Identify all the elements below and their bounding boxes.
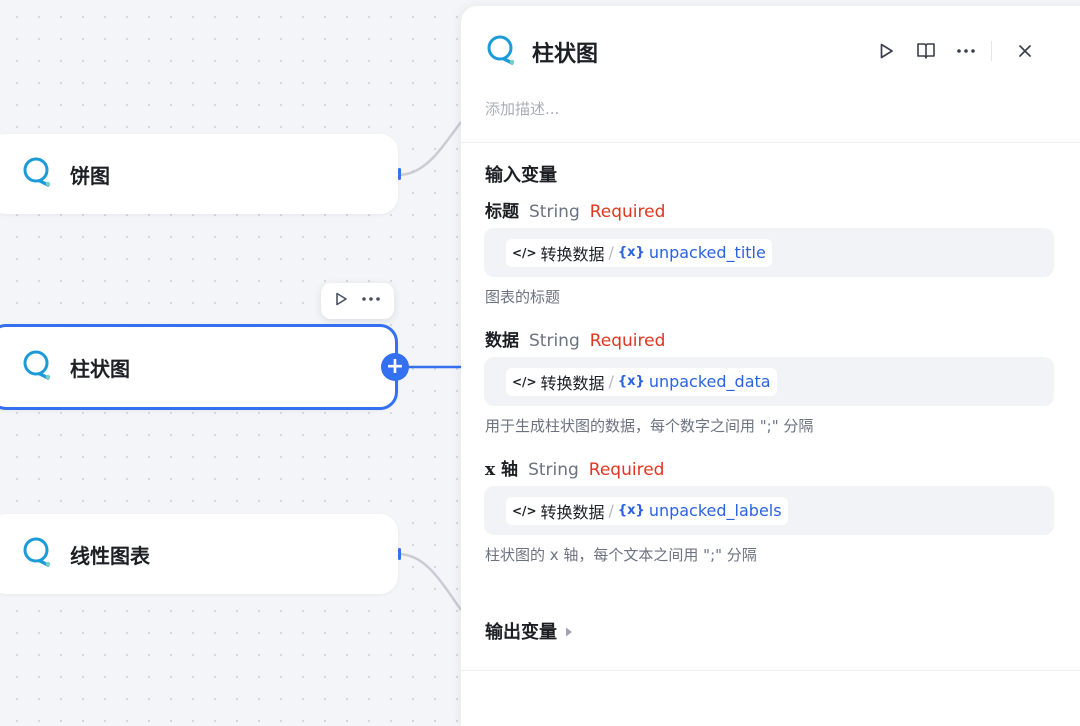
header-divider [461,142,1080,143]
run-icon[interactable] [871,36,901,66]
var-required: Required [589,202,666,222]
variable-icon: {x} [617,245,645,260]
var-name: 标题 [485,202,519,222]
input-var-x-axis: x 轴 String Required [485,455,664,480]
input-ref-field[interactable]: </> 转换数据 / {x} unpacked_data [484,357,1054,406]
node-pie-chart[interactable]: 饼图 [0,134,401,214]
close-icon[interactable] [1010,36,1040,66]
output-handle[interactable] [398,548,401,560]
var-type: String [528,460,579,480]
ref-variable: unpacked_labels [648,501,782,520]
node-bar-chart[interactable]: 柱状图 + [0,324,409,410]
var-required: Required [588,460,665,480]
var-type: String [529,331,580,351]
ref-separator: / [608,372,614,391]
panel-actions [871,36,1040,66]
chart-plugin-icon [22,156,54,192]
var-name: 数据 [485,331,519,351]
node-line-chart[interactable]: 线性图表 [0,514,401,594]
input-var-data: 数据 String Required [485,326,665,351]
var-help: 柱状图的 x 轴，每个文本之间用 ";" 分隔 [485,546,757,564]
panel-title[interactable]: 柱状图 [532,36,598,68]
run-icon[interactable] [333,291,349,311]
input-ref-field[interactable]: </> 转换数据 / {x} unpacked_labels [484,486,1054,535]
ref-source: 转换数据 [540,373,605,393]
node-toolbar [321,283,394,319]
input-section-title: 输入变量 [485,165,557,186]
var-name: x 轴 [485,460,519,480]
output-handle[interactable] [398,168,401,180]
variable-icon: {x} [617,503,645,518]
var-required: Required [589,331,666,351]
ref-separator: / [608,501,614,520]
actions-divider [991,41,992,61]
code-icon: </> [512,503,537,518]
node-settings-panel: 柱状图 添加描述... 输入变量 标题 String Required </> … [461,6,1080,726]
code-icon: </> [512,374,537,389]
input-var-title: 标题 String Required [485,197,665,222]
var-type: String [529,202,580,222]
docs-book-icon[interactable] [911,36,941,66]
output-section-toggle[interactable]: 输出变量 [485,618,573,644]
ref-variable: unpacked_data [648,372,771,391]
chart-plugin-icon [22,349,54,385]
ref-source: 转换数据 [540,244,605,264]
input-ref-field[interactable]: </> 转换数据 / {x} unpacked_title [484,228,1054,277]
chart-plugin-icon [486,34,518,70]
caret-right-icon [565,622,573,641]
more-icon[interactable] [951,36,981,66]
variable-ref-chip[interactable]: </> 转换数据 / {x} unpacked_data [506,367,777,396]
var-help: 图表的标题 [485,288,561,306]
node-title: 线性图表 [70,543,150,568]
chart-plugin-icon [22,536,54,572]
variable-icon: {x} [617,374,645,389]
code-icon: </> [512,245,537,260]
node-title: 柱状图 [70,356,130,381]
edge-line [397,552,463,611]
section-divider [461,670,1080,671]
node-title: 饼图 [70,163,110,188]
output-section-title: 输出变量 [485,622,557,643]
more-icon[interactable] [360,291,382,311]
ref-variable: unpacked_title [648,243,766,262]
edge-pie [397,121,463,177]
ref-source: 转换数据 [540,502,605,522]
add-node-plus-icon[interactable]: + [381,353,409,381]
ref-separator: / [608,243,614,262]
variable-ref-chip[interactable]: </> 转换数据 / {x} unpacked_title [506,238,772,267]
panel-header: 柱状图 [486,34,598,70]
variable-ref-chip[interactable]: </> 转换数据 / {x} unpacked_labels [506,496,788,525]
var-help: 用于生成柱状图的数据，每个数字之间用 ";" 分隔 [485,417,814,435]
description-input[interactable]: 添加描述... [485,98,559,119]
